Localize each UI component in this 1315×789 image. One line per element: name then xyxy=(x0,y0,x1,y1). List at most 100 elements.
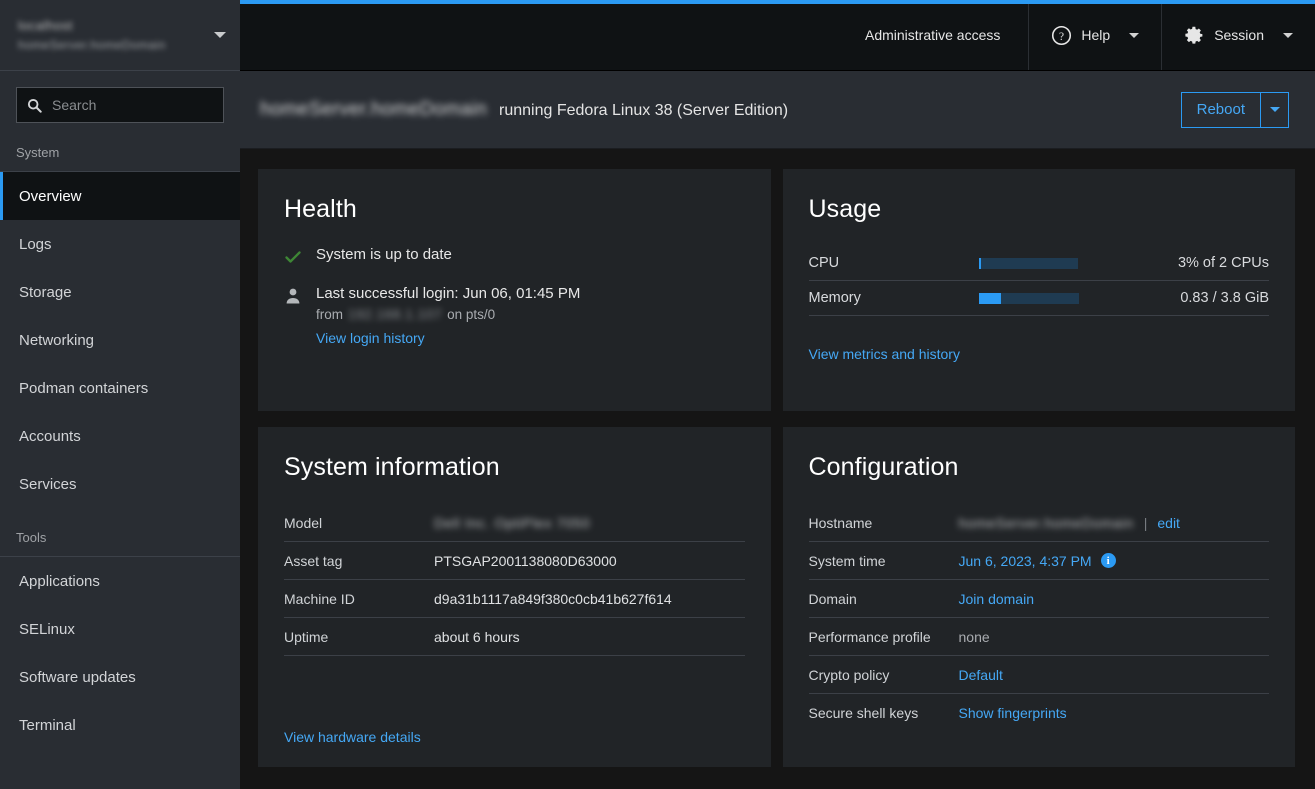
config-value-wrap: Jun 6, 2023, 4:37 PM i xyxy=(959,553,1270,569)
sidebar-item-accounts[interactable]: Accounts xyxy=(0,412,240,460)
config-row-system-time: System time Jun 6, 2023, 4:37 PM i xyxy=(809,542,1270,580)
health-login-row: Last successful login: Jun 06, 01:45 PM … xyxy=(284,285,745,348)
nav-group-title-tools: Tools xyxy=(0,530,240,557)
sidebar-item-software-updates[interactable]: Software updates xyxy=(0,653,240,701)
usage-value-cpu: 3% of 2 CPUs xyxy=(1078,255,1269,271)
sysinfo-value: about 6 hours xyxy=(434,629,745,645)
health-card: Health System is up to date xyxy=(258,169,771,411)
main-content: homeServer.homeDomain running Fedora Lin… xyxy=(240,71,1315,789)
usage-label-memory: Memory xyxy=(809,290,979,306)
sidebar-item-label: Accounts xyxy=(19,428,81,445)
sysinfo-value: d9a31b1117a849f380c0cb41b627f614 xyxy=(434,591,745,607)
reboot-split-button: Reboot xyxy=(1181,92,1289,128)
sidebar-item-label: SELinux xyxy=(19,621,75,638)
sysinfo-value: Dell Inc. OptiPlex 7050 xyxy=(434,515,745,531)
info-icon[interactable]: i xyxy=(1101,553,1116,568)
config-key: Performance profile xyxy=(809,629,959,645)
page-header: homeServer.homeDomain running Fedora Lin… xyxy=(240,71,1315,149)
top-row: localhost homeServer.homeDomain Administ… xyxy=(0,0,1315,71)
sysinfo-row-uptime: Uptime about 6 hours xyxy=(284,618,745,656)
login-from-suffix: on pts/0 xyxy=(447,307,495,322)
administrative-access-label: Administrative access xyxy=(865,27,1000,43)
nav-list-tools: Applications SELinux Software updates Te… xyxy=(0,557,240,749)
sidebar-item-label: Applications xyxy=(19,573,100,590)
sidebar-item-services[interactable]: Services xyxy=(0,460,240,508)
search-wrapper xyxy=(0,87,240,123)
show-fingerprints-link[interactable]: Show fingerprints xyxy=(959,705,1067,721)
sidebar-item-label: Software updates xyxy=(19,669,136,686)
caret-down-icon xyxy=(1283,33,1293,38)
host-switcher-labels: localhost homeServer.homeDomain xyxy=(18,17,206,53)
sysinfo-key: Uptime xyxy=(284,629,434,645)
config-key: Hostname xyxy=(809,515,959,531)
page-title-hostname: homeServer.homeDomain xyxy=(260,99,487,121)
usage-bar-memory xyxy=(979,293,1080,304)
usage-card-title: Usage xyxy=(809,195,1270,224)
view-login-history-link[interactable]: View login history xyxy=(316,330,425,346)
config-row-domain: Domain Join domain xyxy=(809,580,1270,618)
caret-down-icon xyxy=(1270,107,1280,112)
help-menu-button[interactable]: ? Help xyxy=(1029,0,1161,70)
health-up-to-date-text: System is up to date xyxy=(316,246,452,263)
usage-label-cpu: CPU xyxy=(809,255,979,271)
system-information-title: System information xyxy=(284,453,745,482)
config-value-wrap: Join domain xyxy=(959,591,1270,607)
join-domain-link[interactable]: Join domain xyxy=(959,591,1035,607)
reboot-dropdown-toggle[interactable] xyxy=(1261,92,1289,128)
usage-value-memory: 0.83 / 3.8 GiB xyxy=(1079,290,1269,306)
sidebar-item-logs[interactable]: Logs xyxy=(0,220,240,268)
search-input[interactable] xyxy=(42,97,233,113)
session-label: Session xyxy=(1214,27,1264,43)
session-menu-button[interactable]: Session xyxy=(1162,0,1315,70)
sidebar-item-label: Networking xyxy=(19,332,94,349)
hostname-edit-link[interactable]: edit xyxy=(1157,515,1180,531)
sysinfo-key: Model xyxy=(284,515,434,531)
login-from-host: 192.168.1.107 xyxy=(348,307,442,322)
system-information-card: System information Model Dell Inc. OptiP… xyxy=(258,427,771,767)
sidebar-item-networking[interactable]: Networking xyxy=(0,316,240,364)
page-title-subtitle: running Fedora Linux 38 (Server Edition) xyxy=(499,102,788,120)
reboot-button[interactable]: Reboot xyxy=(1181,92,1261,128)
config-value-hostname: homeServer.homeDomain xyxy=(959,515,1134,531)
sidebar-item-podman-containers[interactable]: Podman containers xyxy=(0,364,240,412)
question-circle-icon: ? xyxy=(1051,25,1072,46)
health-up-to-date-row: System is up to date xyxy=(284,246,745,271)
sidebar-item-overview[interactable]: Overview xyxy=(0,172,240,220)
config-value-hostname-wrap: homeServer.homeDomain | edit xyxy=(959,515,1270,531)
sidebar-item-selinux[interactable]: SELinux xyxy=(0,605,240,653)
config-key: Crypto policy xyxy=(809,667,959,683)
cockpit-console: localhost homeServer.homeDomain Administ… xyxy=(0,0,1315,789)
view-metrics-link[interactable]: View metrics and history xyxy=(809,346,1270,362)
performance-profile-value: none xyxy=(959,629,1270,645)
config-key: System time xyxy=(809,553,959,569)
config-value-wrap: Show fingerprints xyxy=(959,705,1270,721)
view-hardware-details-link[interactable]: View hardware details xyxy=(284,729,421,745)
user-icon xyxy=(284,287,302,310)
hardware-link-wrapper: View hardware details xyxy=(284,715,745,747)
caret-down-icon xyxy=(1129,33,1139,38)
body-row: System Overview Logs Storage Networking … xyxy=(0,71,1315,789)
chevron-down-icon xyxy=(214,32,226,38)
login-from-prefix: from xyxy=(316,307,343,322)
sidebar-item-label: Logs xyxy=(19,236,52,253)
administrative-access-button[interactable]: Administrative access xyxy=(843,0,1028,70)
health-card-title: Health xyxy=(284,195,745,224)
config-key: Secure shell keys xyxy=(809,705,959,721)
host-switcher[interactable]: localhost homeServer.homeDomain xyxy=(0,0,240,71)
sidebar-item-terminal[interactable]: Terminal xyxy=(0,701,240,749)
configuration-title: Configuration xyxy=(809,453,1270,482)
sidebar-item-label: Services xyxy=(19,476,77,493)
sidebar-item-label: Overview xyxy=(19,188,82,205)
usage-card: Usage CPU 3% of 2 CPUs Memory 0.83 / xyxy=(783,169,1296,411)
help-label: Help xyxy=(1081,27,1110,43)
system-time-link[interactable]: Jun 6, 2023, 4:37 PM xyxy=(959,553,1092,569)
sidebar-item-storage[interactable]: Storage xyxy=(0,268,240,316)
nav-group-gap xyxy=(0,508,240,530)
config-row-hostname: Hostname homeServer.homeDomain | edit xyxy=(809,504,1270,542)
sysinfo-key: Asset tag xyxy=(284,553,434,569)
config-value-wrap: Default xyxy=(959,667,1270,683)
crypto-policy-link[interactable]: Default xyxy=(959,667,1003,683)
search-box[interactable] xyxy=(16,87,224,123)
sidebar-item-applications[interactable]: Applications xyxy=(0,557,240,605)
configuration-card: Configuration Hostname homeServer.homeDo… xyxy=(783,427,1296,767)
